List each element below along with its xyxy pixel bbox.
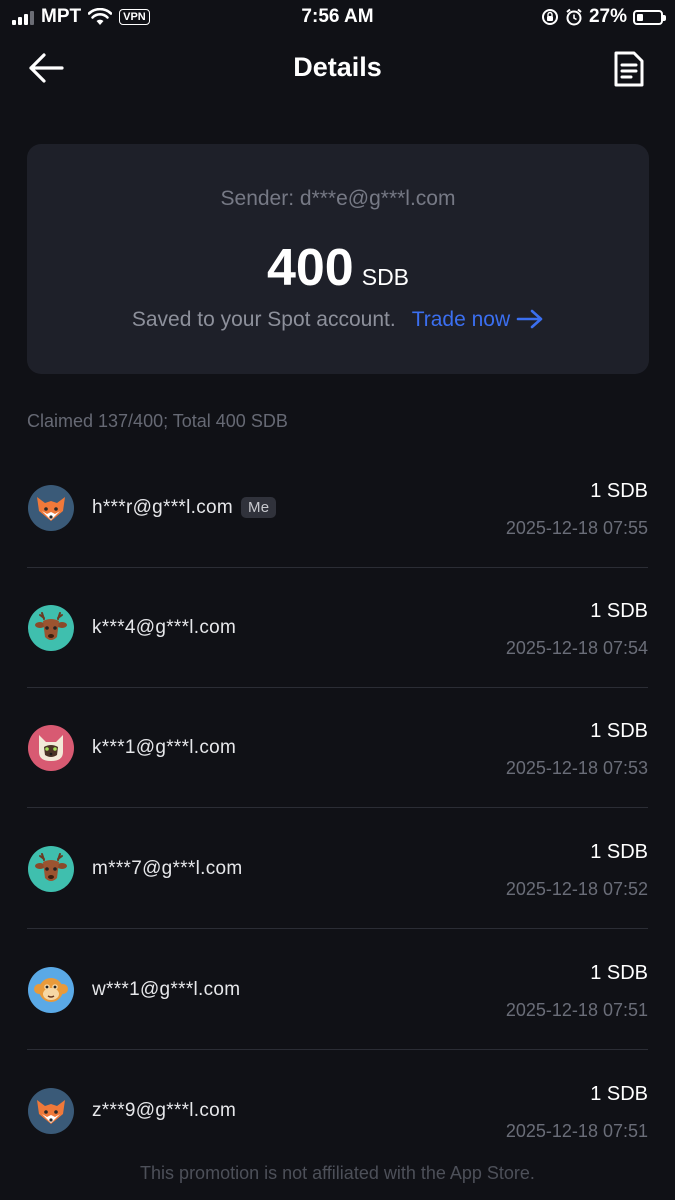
claim-time: 2025-12-18 07:54: [505, 638, 648, 658]
nav-bar: Details: [0, 40, 675, 98]
claimer-email: k***1@g***l.com: [92, 737, 237, 758]
claim-time: 2025-12-18 07:52: [505, 879, 648, 899]
battery-percent: 27%: [588, 6, 627, 27]
document-button[interactable]: [613, 50, 645, 88]
status-right: 27%: [541, 6, 666, 28]
claim-amount: 1 SDB: [590, 1083, 648, 1105]
document-icon: [614, 51, 644, 87]
claimer-email: k***4@g***l.com: [92, 617, 237, 638]
cat-icon: [28, 725, 74, 771]
claim-time: 2025-12-18 07:53: [505, 758, 648, 778]
claimer-email: m***7@g***l.com: [92, 858, 243, 879]
trade-now-label: Trade now: [411, 308, 511, 331]
claim-amount: 1 SDB: [590, 962, 648, 984]
status-bar: MPT VPN 7:56 AM 27%: [0, 0, 675, 36]
email-text: h***r@g***l.com: [92, 497, 234, 518]
battery-icon: [633, 9, 666, 25]
disclaimer: This promotion is not affiliated with th…: [140, 1163, 535, 1183]
claimer-email: h***r@g***l.com Me: [92, 497, 277, 519]
me-badge: Me: [241, 497, 277, 518]
claimer-email: w***1@g***l.com: [92, 979, 241, 1000]
list-item[interactable]: w***1@g***l.com 1 SDB 2025-12-18 07:51: [0, 930, 675, 1050]
claim-amount: 1 SDB: [590, 841, 648, 863]
trade-now-link[interactable]: Trade now: [412, 308, 544, 331]
amount-unit: SDB: [361, 264, 410, 290]
page-title: Details: [293, 52, 382, 82]
list-item[interactable]: z***9@g***l.com 1 SDB 2025-12-18 07:51: [0, 1051, 675, 1171]
divider: [27, 928, 648, 929]
arrow-right-icon: [516, 309, 543, 329]
saved-text: Saved to your Spot account.: [131, 308, 396, 331]
sender-label: Sender: d***e@g***l.com: [220, 187, 456, 210]
claimer-email: z***9@g***l.com: [92, 1100, 237, 1121]
claimed-summary: Claimed 137/400; Total 400 SDB: [27, 411, 288, 431]
battery-level: [637, 13, 643, 21]
claim-amount: 1 SDB: [590, 720, 648, 742]
claim-amount: 1 SDB: [590, 480, 648, 502]
fox-icon: [28, 485, 74, 531]
list-item[interactable]: h***r@g***l.com Me 1 SDB 2025-12-18 07:55: [0, 448, 675, 568]
monkey-icon: [28, 967, 74, 1013]
orientation-lock-icon: [541, 9, 558, 25]
saved-row: Saved to your Spot account. Trade now: [27, 308, 649, 332]
amount-row: 400 SDB: [27, 238, 649, 298]
claim-time: 2025-12-18 07:51: [505, 1121, 648, 1141]
list-item[interactable]: k***4@g***l.com 1 SDB 2025-12-18 07:54: [0, 568, 675, 688]
fox-icon: [28, 1088, 74, 1134]
claim-time: 2025-12-18 07:51: [505, 1000, 648, 1020]
deer-icon: [28, 605, 74, 651]
divider: [27, 807, 648, 808]
summary-card: Sender: d***e@g***l.com 400 SDB Saved to …: [27, 144, 649, 374]
amount-value: 400: [266, 239, 354, 297]
deer-icon: [28, 846, 74, 892]
alarm-icon: [566, 8, 582, 26]
claim-time: 2025-12-18 07:55: [505, 518, 648, 538]
list-item[interactable]: k***1@g***l.com 1 SDB 2025-12-18 07:53: [0, 688, 675, 808]
list-item[interactable]: m***7@g***l.com 1 SDB 2025-12-18 07:52: [0, 809, 675, 929]
divider: [27, 1049, 648, 1050]
claim-amount: 1 SDB: [590, 600, 648, 622]
